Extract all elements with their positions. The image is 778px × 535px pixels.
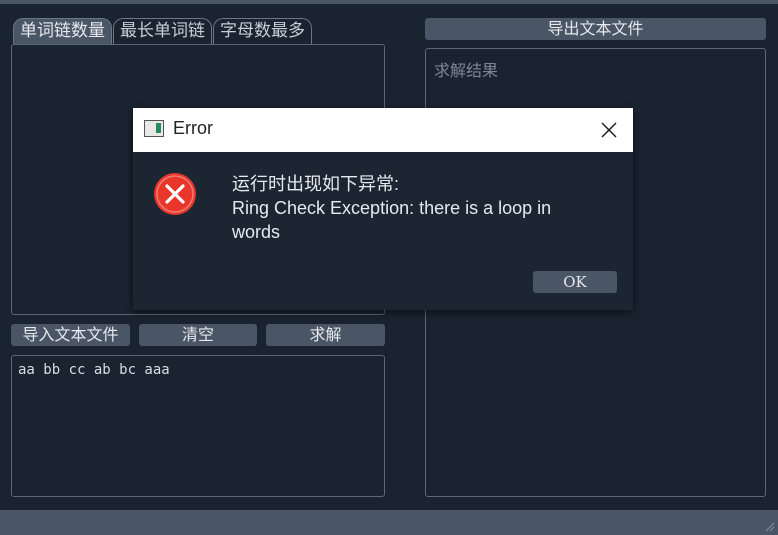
- error-dialog: Error 运行时出现如下异常: Ring Check Exception: t…: [133, 108, 633, 310]
- tab-most-letters[interactable]: 字母数最多: [213, 18, 312, 44]
- words-input-value: aa bb cc ab bc aaa: [18, 362, 170, 378]
- words-input[interactable]: aa bb cc ab bc aaa: [11, 355, 385, 497]
- dialog-message: 运行时出现如下异常: Ring Check Exception: there i…: [232, 172, 602, 244]
- import-file-button[interactable]: 导入文本文件: [11, 324, 130, 346]
- solve-button[interactable]: 求解: [266, 324, 385, 346]
- app-window-icon: [144, 120, 164, 137]
- dialog-message-line2: Ring Check Exception: there is a loop in…: [232, 198, 552, 242]
- tab-word-chain-count[interactable]: 单词链数量: [13, 18, 112, 44]
- result-placeholder: 求解结果: [434, 61, 499, 80]
- dialog-message-line1: 运行时出现如下异常:: [232, 174, 400, 194]
- top-bar: [0, 0, 778, 4]
- ok-button[interactable]: OK: [533, 271, 617, 293]
- export-file-button[interactable]: 导出文本文件: [425, 18, 766, 40]
- status-bar: [0, 510, 778, 535]
- clear-button[interactable]: 清空: [139, 324, 257, 346]
- error-icon: [154, 173, 196, 215]
- close-icon[interactable]: [599, 120, 619, 140]
- dialog-titlebar[interactable]: Error: [133, 108, 633, 152]
- tab-longest-word-chain[interactable]: 最长单词链: [113, 18, 212, 44]
- resize-grip-icon[interactable]: [763, 520, 775, 532]
- dialog-title: Error: [173, 118, 213, 138]
